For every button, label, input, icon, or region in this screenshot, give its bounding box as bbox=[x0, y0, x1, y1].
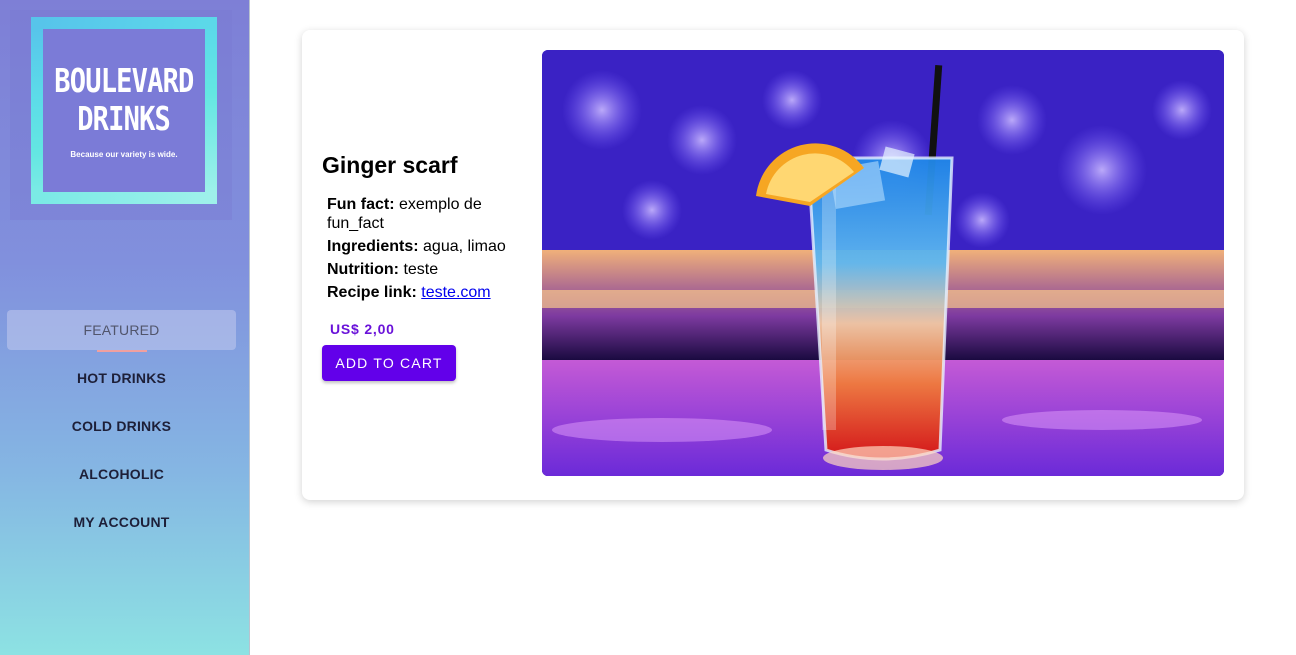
nutrition-label: Nutrition: bbox=[327, 261, 399, 278]
nav-item-label: MY ACCOUNT bbox=[73, 514, 170, 530]
nav-item-label: COLD DRINKS bbox=[71, 418, 172, 434]
sidebar: BOULEVARD DRINKS Because our variety is … bbox=[0, 0, 250, 655]
recipe-row: Recipe link: teste.com bbox=[327, 283, 522, 302]
ingredients-label: Ingredients: bbox=[327, 238, 419, 255]
fun-fact-row: Fun fact: exemplo de fun_fact bbox=[327, 195, 522, 233]
active-indicator bbox=[97, 350, 147, 352]
nav-item-featured[interactable]: FEATURED bbox=[7, 310, 236, 352]
ingredients-row: Ingredients: agua, limao bbox=[327, 237, 522, 256]
logo-title-line2: DRINKS bbox=[77, 99, 172, 138]
add-to-cart-button[interactable]: ADD TO CART bbox=[322, 345, 456, 381]
nav-item-hot-drinks[interactable]: HOT DRINKS bbox=[7, 358, 236, 398]
nutrition-row: Nutrition: teste bbox=[327, 260, 522, 279]
logo-container: BOULEVARD DRINKS Because our variety is … bbox=[10, 10, 232, 220]
nav-item-cold-drinks[interactable]: COLD DRINKS bbox=[7, 406, 236, 446]
product-price: US$ 2,00 bbox=[330, 321, 395, 337]
nav-item-label: FEATURED bbox=[83, 322, 160, 338]
product-info: Ginger scarf Fun fact: exemplo de fun_fa… bbox=[322, 152, 522, 381]
nutrition-value: teste bbox=[403, 261, 439, 278]
sidebar-nav: FEATURED HOT DRINKS COLD DRINKS ALCOHOLI… bbox=[0, 310, 250, 550]
nav-item-label: ALCOHOLIC bbox=[78, 466, 164, 482]
recipe-label: Recipe link: bbox=[327, 284, 417, 301]
product-title: Ginger scarf bbox=[322, 152, 458, 178]
product-card: Ginger scarf Fun fact: exemplo de fun_fa… bbox=[302, 30, 1244, 500]
nav-item-label: HOT DRINKS bbox=[76, 370, 167, 386]
nav-item-alcoholic[interactable]: ALCOHOLIC bbox=[7, 454, 236, 494]
logo-tagline: Because our variety is wide. bbox=[70, 150, 178, 159]
nav-item-my-account[interactable]: MY ACCOUNT bbox=[7, 502, 236, 542]
recipe-link[interactable]: teste.com bbox=[421, 284, 490, 301]
brand-logo[interactable]: BOULEVARD DRINKS Because our variety is … bbox=[31, 17, 217, 204]
fun-fact-label: Fun fact: bbox=[327, 196, 395, 213]
cocktail-photo bbox=[542, 50, 1224, 476]
logo-title-line1: BOULEVARD bbox=[54, 61, 194, 100]
ingredients-value: agua, limao bbox=[423, 238, 506, 255]
product-details: Fun fact: exemplo de fun_fact Ingredient… bbox=[322, 195, 522, 302]
